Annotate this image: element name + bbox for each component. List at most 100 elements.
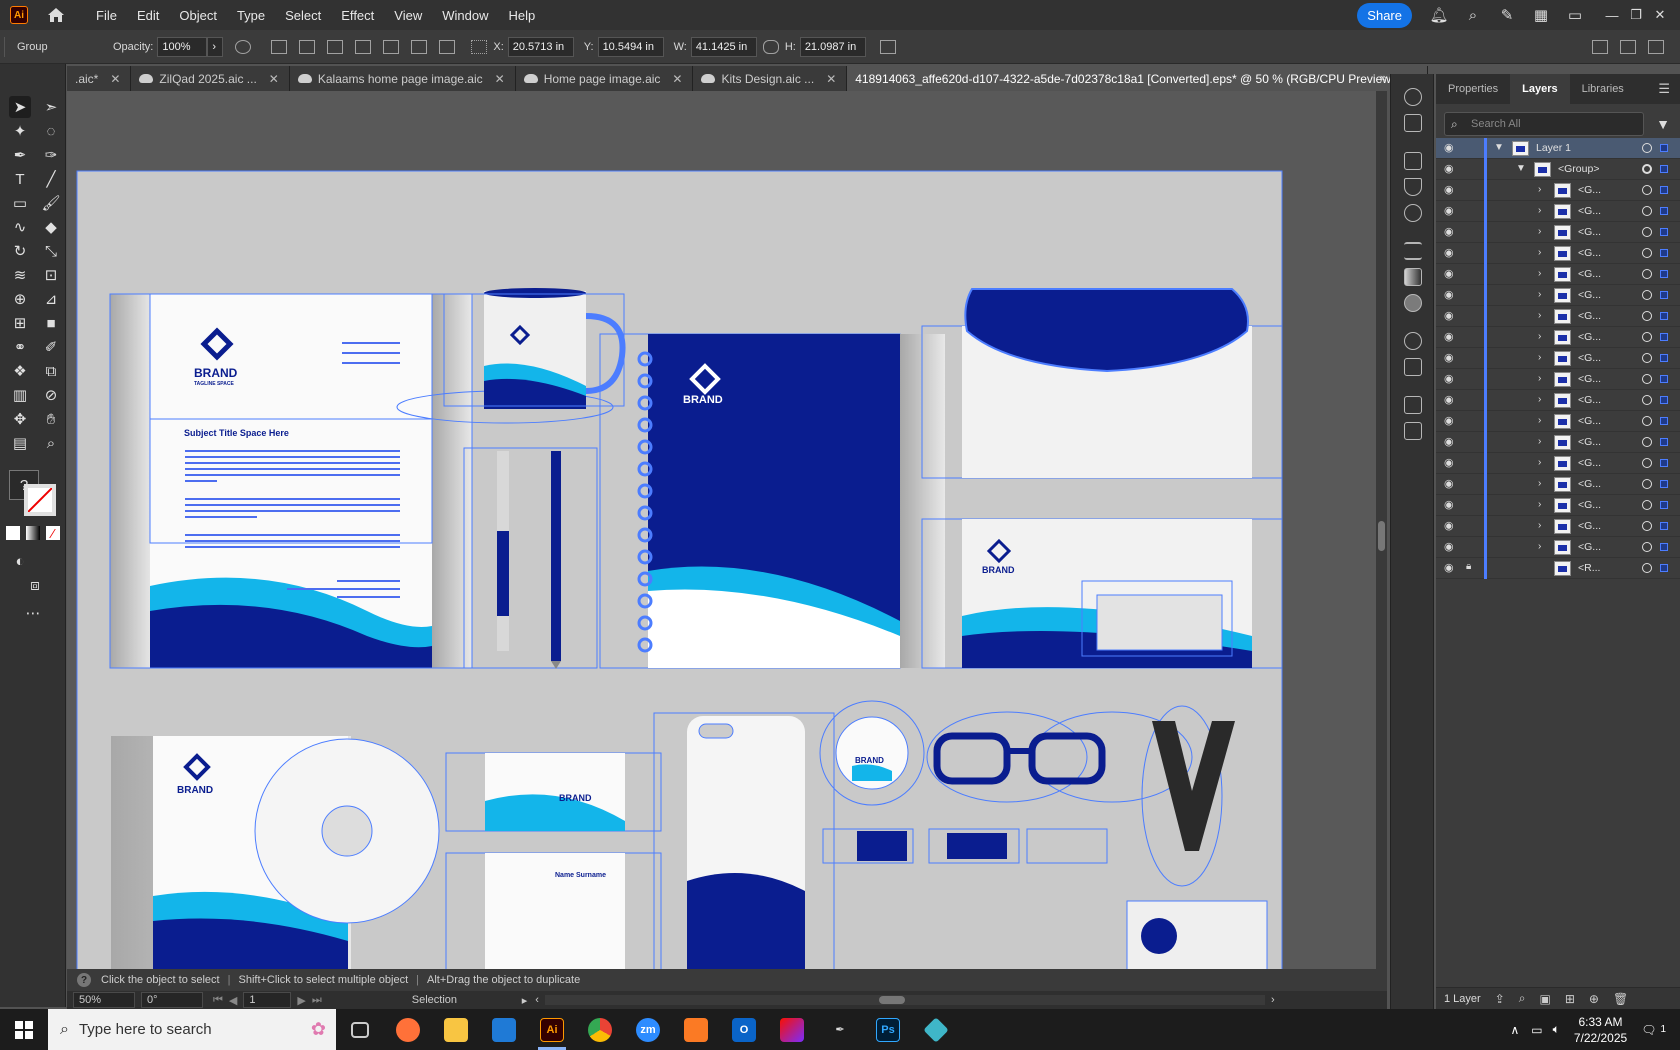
scale-tool-icon[interactable]: ⤡ (40, 240, 62, 262)
horizontal-scroll-thumb[interactable] (878, 996, 905, 1004)
constrain-proportions-icon[interactable] (762, 39, 779, 54)
sublayer-row[interactable]: ◉ › <G... (1436, 285, 1680, 306)
x-field[interactable]: 20.5713 in (507, 36, 574, 57)
horizontal-scrollbar[interactable] (544, 995, 1265, 1005)
next-artboard-icon[interactable]: ▶ (297, 994, 305, 1007)
illustrator-taskbar-icon[interactable]: Ai (528, 1009, 576, 1050)
hand-tool-icon[interactable]: ✋︎ (40, 408, 62, 430)
locate-object-icon[interactable]: ⌕ (1519, 991, 1526, 1006)
sublayer-row[interactable]: ◉ › <G... (1436, 201, 1680, 222)
selection-indicator[interactable] (1660, 396, 1668, 404)
sublayer-row[interactable]: ◉ › <G... (1436, 432, 1680, 453)
workspace-icon[interactable]: ▦ (1532, 6, 1550, 24)
expand-chevron-icon[interactable]: › (1538, 541, 1541, 552)
tab-document-5[interactable]: Kits Design.aic ... ✕ (693, 66, 848, 91)
help-icon[interactable]: ? (77, 973, 91, 987)
zoom-icon[interactable]: zm (624, 1009, 672, 1050)
visibility-eye-icon[interactable]: ◉ (1444, 414, 1454, 427)
visibility-eye-icon[interactable]: ◉ (1444, 393, 1454, 406)
outlook-icon[interactable]: O (720, 1009, 768, 1050)
expand-chevron-icon[interactable]: › (1538, 226, 1541, 237)
selection-tool-icon[interactable]: ➤ (9, 96, 31, 118)
selection-indicator[interactable] (1660, 291, 1668, 299)
expand-chevron-icon[interactable]: › (1538, 415, 1541, 426)
firefox-icon[interactable] (384, 1009, 432, 1050)
target-icon[interactable] (1642, 458, 1652, 468)
search-icon[interactable]: ⌕ (1464, 6, 1482, 24)
expand-chevron-icon[interactable]: › (1538, 289, 1541, 300)
expand-chevron-icon[interactable]: › (1538, 184, 1541, 195)
menu-type[interactable]: Type (227, 8, 275, 23)
task-view-icon[interactable] (336, 1009, 384, 1050)
visibility-eye-icon[interactable]: ◉ (1444, 309, 1454, 322)
paintbrush-tool-icon[interactable]: 🖌︎ (40, 192, 62, 214)
sublayer-row[interactable]: ◉ › <G... (1436, 516, 1680, 537)
visibility-eye-icon[interactable]: ◉ (1444, 267, 1454, 280)
appearance-icon[interactable] (1404, 332, 1422, 350)
scroll-left-icon[interactable]: ‹ (535, 994, 539, 1006)
artboard-number-field[interactable]: 1 (243, 992, 292, 1008)
tab-document-1[interactable]: .aic* ✕ (67, 66, 132, 91)
current-tool-label[interactable]: Selection (412, 994, 522, 1006)
selection-indicator[interactable] (1660, 564, 1668, 572)
target-icon[interactable] (1642, 521, 1652, 531)
w-field[interactable]: 41.1425 in (690, 36, 757, 57)
target-icon[interactable] (1642, 416, 1652, 426)
xampp-icon[interactable] (672, 1009, 720, 1050)
sublayer-row[interactable]: ◉ › <G... (1436, 495, 1680, 516)
selection-indicator[interactable] (1660, 501, 1668, 509)
stroke-none-swatch[interactable] (24, 484, 56, 516)
free-transform-tool-icon[interactable]: ⊡ (40, 264, 62, 286)
menu-edit[interactable]: Edit (127, 8, 169, 23)
target-icon[interactable] (1642, 395, 1652, 405)
blend-tool-icon[interactable]: ⚭ (9, 336, 31, 358)
selection-indicator[interactable] (1660, 417, 1668, 425)
stroke-panel-icon[interactable] (1404, 242, 1422, 260)
lock-icon[interactable]: 🔒︎ (1466, 561, 1471, 572)
type-tool-icon[interactable]: T (9, 168, 31, 190)
expand-chevron-icon[interactable]: › (1538, 520, 1541, 531)
selection-indicator[interactable] (1660, 186, 1668, 194)
puppet-warp-tool-icon[interactable]: ✥ (9, 408, 31, 430)
align-left-icon[interactable] (299, 39, 316, 54)
windows-start-icon[interactable] (0, 1009, 48, 1050)
expand-chevron-icon[interactable]: › (1538, 499, 1541, 510)
h-field[interactable]: 21.0987 in (799, 36, 866, 57)
y-field[interactable]: 10.5494 in (597, 36, 664, 57)
color-panel-icon[interactable] (1404, 88, 1422, 106)
selection-indicator[interactable] (1660, 249, 1668, 257)
scroll-thumb[interactable] (1378, 521, 1385, 551)
expand-chevron-icon[interactable]: › (1538, 457, 1541, 468)
chart-tool-icon[interactable]: ▤ (9, 432, 31, 454)
selection-indicator[interactable] (1660, 354, 1668, 362)
visibility-eye-icon[interactable]: ◉ (1444, 498, 1454, 511)
app-diamond-icon[interactable] (912, 1009, 960, 1050)
layer-row-group[interactable]: ◉ ▼ <Group> (1436, 159, 1680, 180)
sublayer-row[interactable]: ◉ › <G... (1436, 369, 1680, 390)
transparency-icon[interactable] (1404, 294, 1422, 312)
arrange-documents-icon[interactable]: ▭ (1566, 6, 1584, 24)
target-icon[interactable] (1642, 206, 1652, 216)
visibility-eye-icon[interactable]: ◉ (1444, 330, 1454, 343)
sublayer-row[interactable]: ◉ › <G... (1436, 474, 1680, 495)
target-icon[interactable] (1642, 269, 1652, 279)
last-artboard-icon[interactable]: ⏭ (312, 994, 322, 1007)
selection-indicator[interactable] (1660, 459, 1668, 467)
curvature-tool-icon[interactable]: ✑ (40, 144, 62, 166)
layer-row-layer1[interactable]: ◉ ▼ Layer 1 (1436, 138, 1680, 159)
shape-builder-tool-icon[interactable]: ⊕ (9, 288, 31, 310)
sublayer-row[interactable]: ◉ › <G... (1436, 264, 1680, 285)
opacity-field[interactable]: 100% (157, 36, 208, 57)
align-to-icon[interactable] (271, 39, 288, 54)
rotation-field[interactable]: 0° (141, 992, 203, 1008)
eyedropper-tool-icon[interactable]: ✐ (40, 336, 62, 358)
home-icon[interactable] (46, 5, 66, 25)
delete-layer-icon[interactable]: 🗑︎ (1613, 992, 1628, 1006)
visibility-eye-icon[interactable]: ◉ (1444, 246, 1454, 259)
expand-chevron-icon[interactable]: › (1538, 268, 1541, 279)
selection-indicator[interactable] (1660, 270, 1668, 278)
selection-indicator[interactable] (1660, 165, 1668, 173)
visibility-eye-icon[interactable]: ◉ (1444, 351, 1454, 364)
close-tab-icon[interactable]: ✕ (826, 72, 836, 86)
target-icon[interactable] (1642, 248, 1652, 258)
